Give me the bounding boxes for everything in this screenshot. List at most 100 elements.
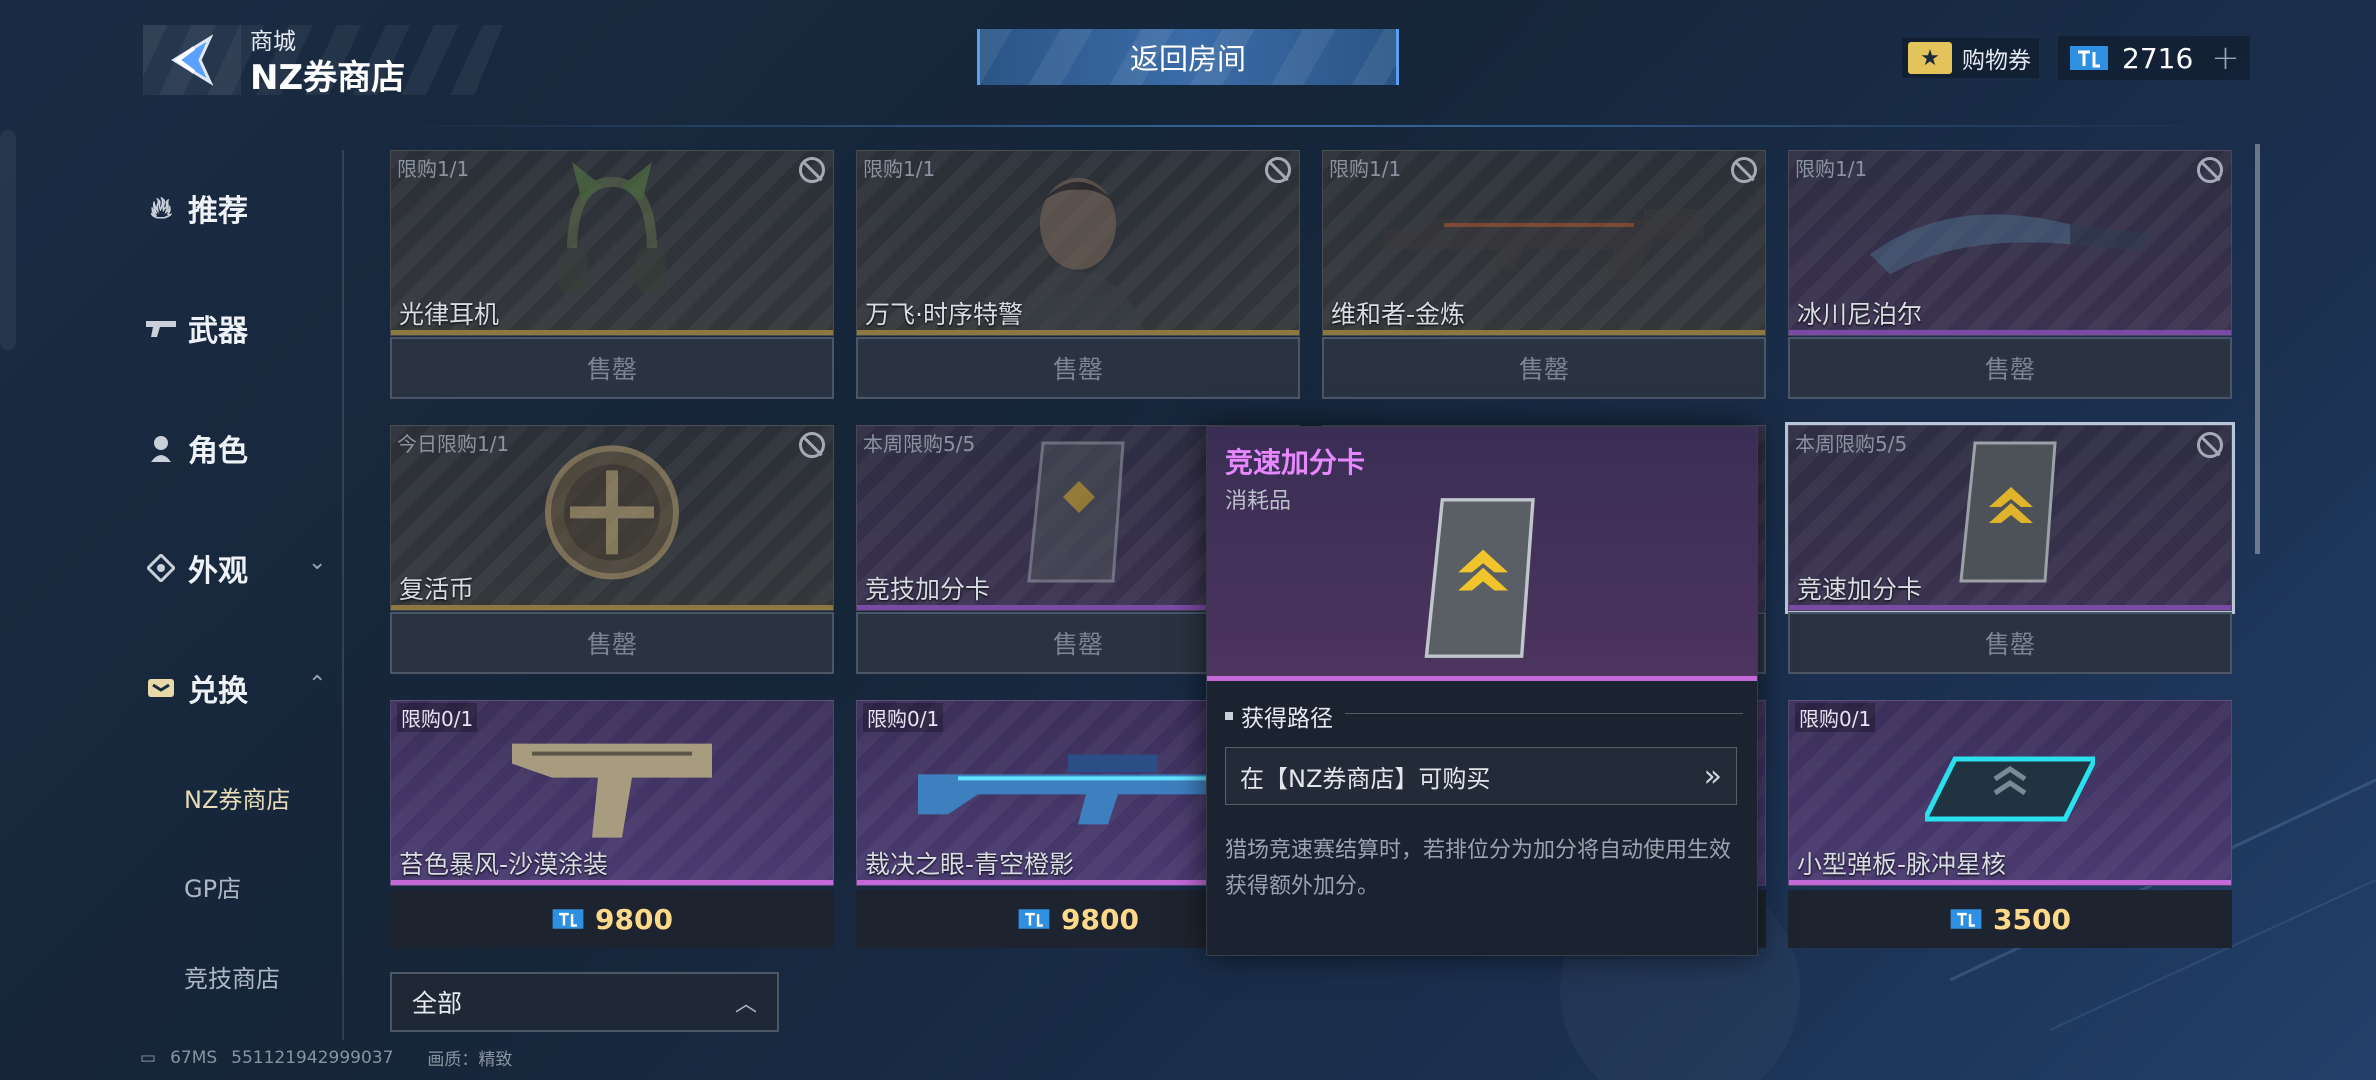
product-name: 复活币 bbox=[399, 575, 475, 604]
nz-ticket-icon bbox=[552, 909, 584, 929]
product-card-selected[interactable]: 本周限购5/5 竞速加分卡 bbox=[1785, 422, 2235, 614]
price-button[interactable]: 9800 bbox=[390, 890, 834, 948]
product-name: 竞技加分卡 bbox=[865, 575, 991, 604]
filter-dropdown[interactable]: 全部 ︿ bbox=[390, 972, 779, 1032]
limit-label: 本周限购5/5 bbox=[1795, 432, 1908, 456]
sniper-rifle-image bbox=[918, 754, 1238, 825]
sidebar-item-label: 外观 bbox=[188, 554, 248, 589]
limit-label: 限购1/1 bbox=[1329, 157, 1402, 181]
nz-ticket-icon bbox=[1018, 909, 1050, 929]
divider bbox=[1345, 713, 1743, 714]
sidebar-item-weapons[interactable]: 武器 bbox=[146, 306, 248, 350]
product-name: 光律耳机 bbox=[399, 300, 500, 329]
back-arrow-icon bbox=[171, 34, 214, 86]
return-room-button[interactable]: 返回房间 bbox=[977, 29, 1399, 85]
chevron-down-icon[interactable]: ⌄ bbox=[308, 550, 326, 575]
rarity-bar bbox=[857, 330, 1299, 335]
exchange-icon bbox=[146, 673, 176, 703]
user-id: 551121942999037 bbox=[231, 1047, 394, 1068]
palette-icon bbox=[146, 553, 176, 583]
speed-card-image bbox=[1424, 498, 1535, 658]
limit-label: 本周限购5/5 bbox=[863, 432, 976, 456]
tooltip-description: 猎场竞速赛结算时，若排位分为加分将自动使用生效获得额外加分。 bbox=[1225, 838, 1732, 899]
voucher-display[interactable]: ★ 购物券 bbox=[1902, 38, 2039, 78]
jump-pad-image bbox=[1925, 756, 2095, 822]
rarity-bar bbox=[391, 880, 833, 885]
tooltip-title: 竞速加分卡 bbox=[1225, 446, 1366, 479]
sidebar-item-label: 推荐 bbox=[188, 194, 248, 229]
unavailable-icon bbox=[2197, 432, 2223, 458]
flame-icon: 🔥︎ bbox=[149, 190, 173, 226]
speed-card-image bbox=[1959, 441, 2057, 583]
nz-ticket-icon bbox=[1950, 909, 1982, 929]
item-tooltip: 竞速加分卡 消耗品 获得路径 在【NZ券商店】可购买 » 猎场竞速赛结算时，若排位… bbox=[1206, 426, 1758, 956]
unavailable-icon bbox=[799, 432, 825, 458]
limit-label: 限购0/1 bbox=[397, 703, 478, 732]
product-name: 小型弹板-脉冲星核 bbox=[1797, 850, 2007, 879]
acquire-path-label: 获得路径 bbox=[1225, 699, 1333, 733]
limit-label: 限购1/1 bbox=[863, 157, 936, 181]
product-card[interactable]: 限购1/1 维和者-金炼 bbox=[1322, 150, 1766, 336]
nz-balance: 2716 + bbox=[2058, 36, 2250, 80]
score-card-image bbox=[1027, 441, 1125, 583]
limit-label: 限购0/1 bbox=[1795, 703, 1876, 732]
sidebar-item-exchange[interactable]: 兑换 bbox=[146, 666, 248, 710]
sidebar-item-appearance[interactable]: 外观 bbox=[146, 546, 248, 590]
revive-coin-image bbox=[545, 445, 679, 580]
nz-ticket-icon bbox=[2070, 46, 2108, 70]
product-name: 苔色暴风-沙漠涂装 bbox=[399, 850, 609, 879]
nz-balance-value: 2716 bbox=[2122, 41, 2194, 75]
rarity-bar bbox=[1789, 880, 2231, 885]
product-name: 万飞·时序特警 bbox=[865, 300, 1023, 329]
pistol-image bbox=[512, 743, 712, 838]
product-card[interactable]: 限购1/1 光律耳机 bbox=[390, 150, 834, 336]
sidebar-item-recommend[interactable]: 🔥︎ 推荐 bbox=[146, 186, 248, 230]
limit-label: 限购1/1 bbox=[397, 157, 470, 181]
price-value: 3500 bbox=[1993, 902, 2071, 936]
person-icon bbox=[146, 433, 176, 463]
content-top-divider bbox=[392, 125, 2230, 127]
page-title: NZ券商店 bbox=[250, 58, 406, 98]
product-card[interactable]: 限购1/1 冰川尼泊尔 bbox=[1788, 150, 2232, 336]
gun-icon bbox=[146, 313, 176, 343]
quality-label: 画质：精致 bbox=[427, 1050, 513, 1070]
subnav-gp-shop[interactable]: GP店 bbox=[184, 869, 241, 904]
sidebar-item-label: 武器 bbox=[188, 314, 248, 349]
rarity-bar bbox=[391, 605, 833, 610]
voucher-label: 购物券 bbox=[1962, 48, 2031, 74]
scrollbar[interactable] bbox=[2255, 144, 2260, 554]
limit-label: 今日限购1/1 bbox=[397, 432, 510, 456]
subnav-competitive-shop[interactable]: 竞技商店 bbox=[184, 959, 280, 994]
sidebar-divider bbox=[342, 150, 344, 1040]
limit-label: 限购0/1 bbox=[863, 703, 944, 732]
sold-out-button: 售罄 bbox=[390, 337, 834, 399]
ping-value: 67MS bbox=[170, 1047, 218, 1068]
back-button[interactable] bbox=[143, 25, 241, 95]
unavailable-icon bbox=[2197, 157, 2223, 183]
sold-out-button: 售罄 bbox=[1788, 337, 2232, 399]
acquire-route-button[interactable]: 在【NZ券商店】可购买 » bbox=[1225, 747, 1737, 805]
filter-value: 全部 bbox=[412, 989, 463, 1018]
sold-out-button: 售罄 bbox=[856, 337, 1300, 399]
product-card[interactable]: 今日限购1/1 复活币 bbox=[390, 425, 834, 611]
route-text: 在【NZ券商店】可购买 bbox=[1240, 764, 1491, 793]
rarity-bar bbox=[1323, 330, 1765, 335]
price-value: 9800 bbox=[1061, 902, 1139, 936]
rarity-bar bbox=[391, 330, 833, 335]
limit-label: 限购1/1 bbox=[1795, 157, 1868, 181]
headphones-image bbox=[558, 162, 666, 294]
rarity-bar bbox=[1789, 605, 2231, 610]
chevron-up-icon[interactable]: ⌃ bbox=[308, 672, 326, 697]
add-balance-button[interactable]: + bbox=[2211, 38, 2240, 78]
battery-icon: ▭ bbox=[140, 1047, 157, 1068]
product-card[interactable]: 限购0/1 苔色暴风-沙漠涂装 bbox=[390, 700, 834, 886]
product-card[interactable]: 限购0/1 小型弹板-脉冲星核 bbox=[1788, 700, 2232, 886]
rifle-image bbox=[1384, 209, 1704, 279]
product-card[interactable]: 限购1/1 万飞·时序特警 bbox=[856, 150, 1300, 336]
product-name: 冰川尼泊尔 bbox=[1797, 300, 1923, 329]
sidebar-item-characters[interactable]: 角色 bbox=[146, 426, 248, 470]
price-button[interactable]: 3500 bbox=[1788, 890, 2232, 948]
subnav-nz-shop[interactable]: NZ券商店 bbox=[184, 780, 290, 815]
status-bar: ▭ 67MS 551121942999037 画质：精致 bbox=[140, 1045, 513, 1071]
sidebar-item-label: 兑换 bbox=[188, 674, 248, 709]
